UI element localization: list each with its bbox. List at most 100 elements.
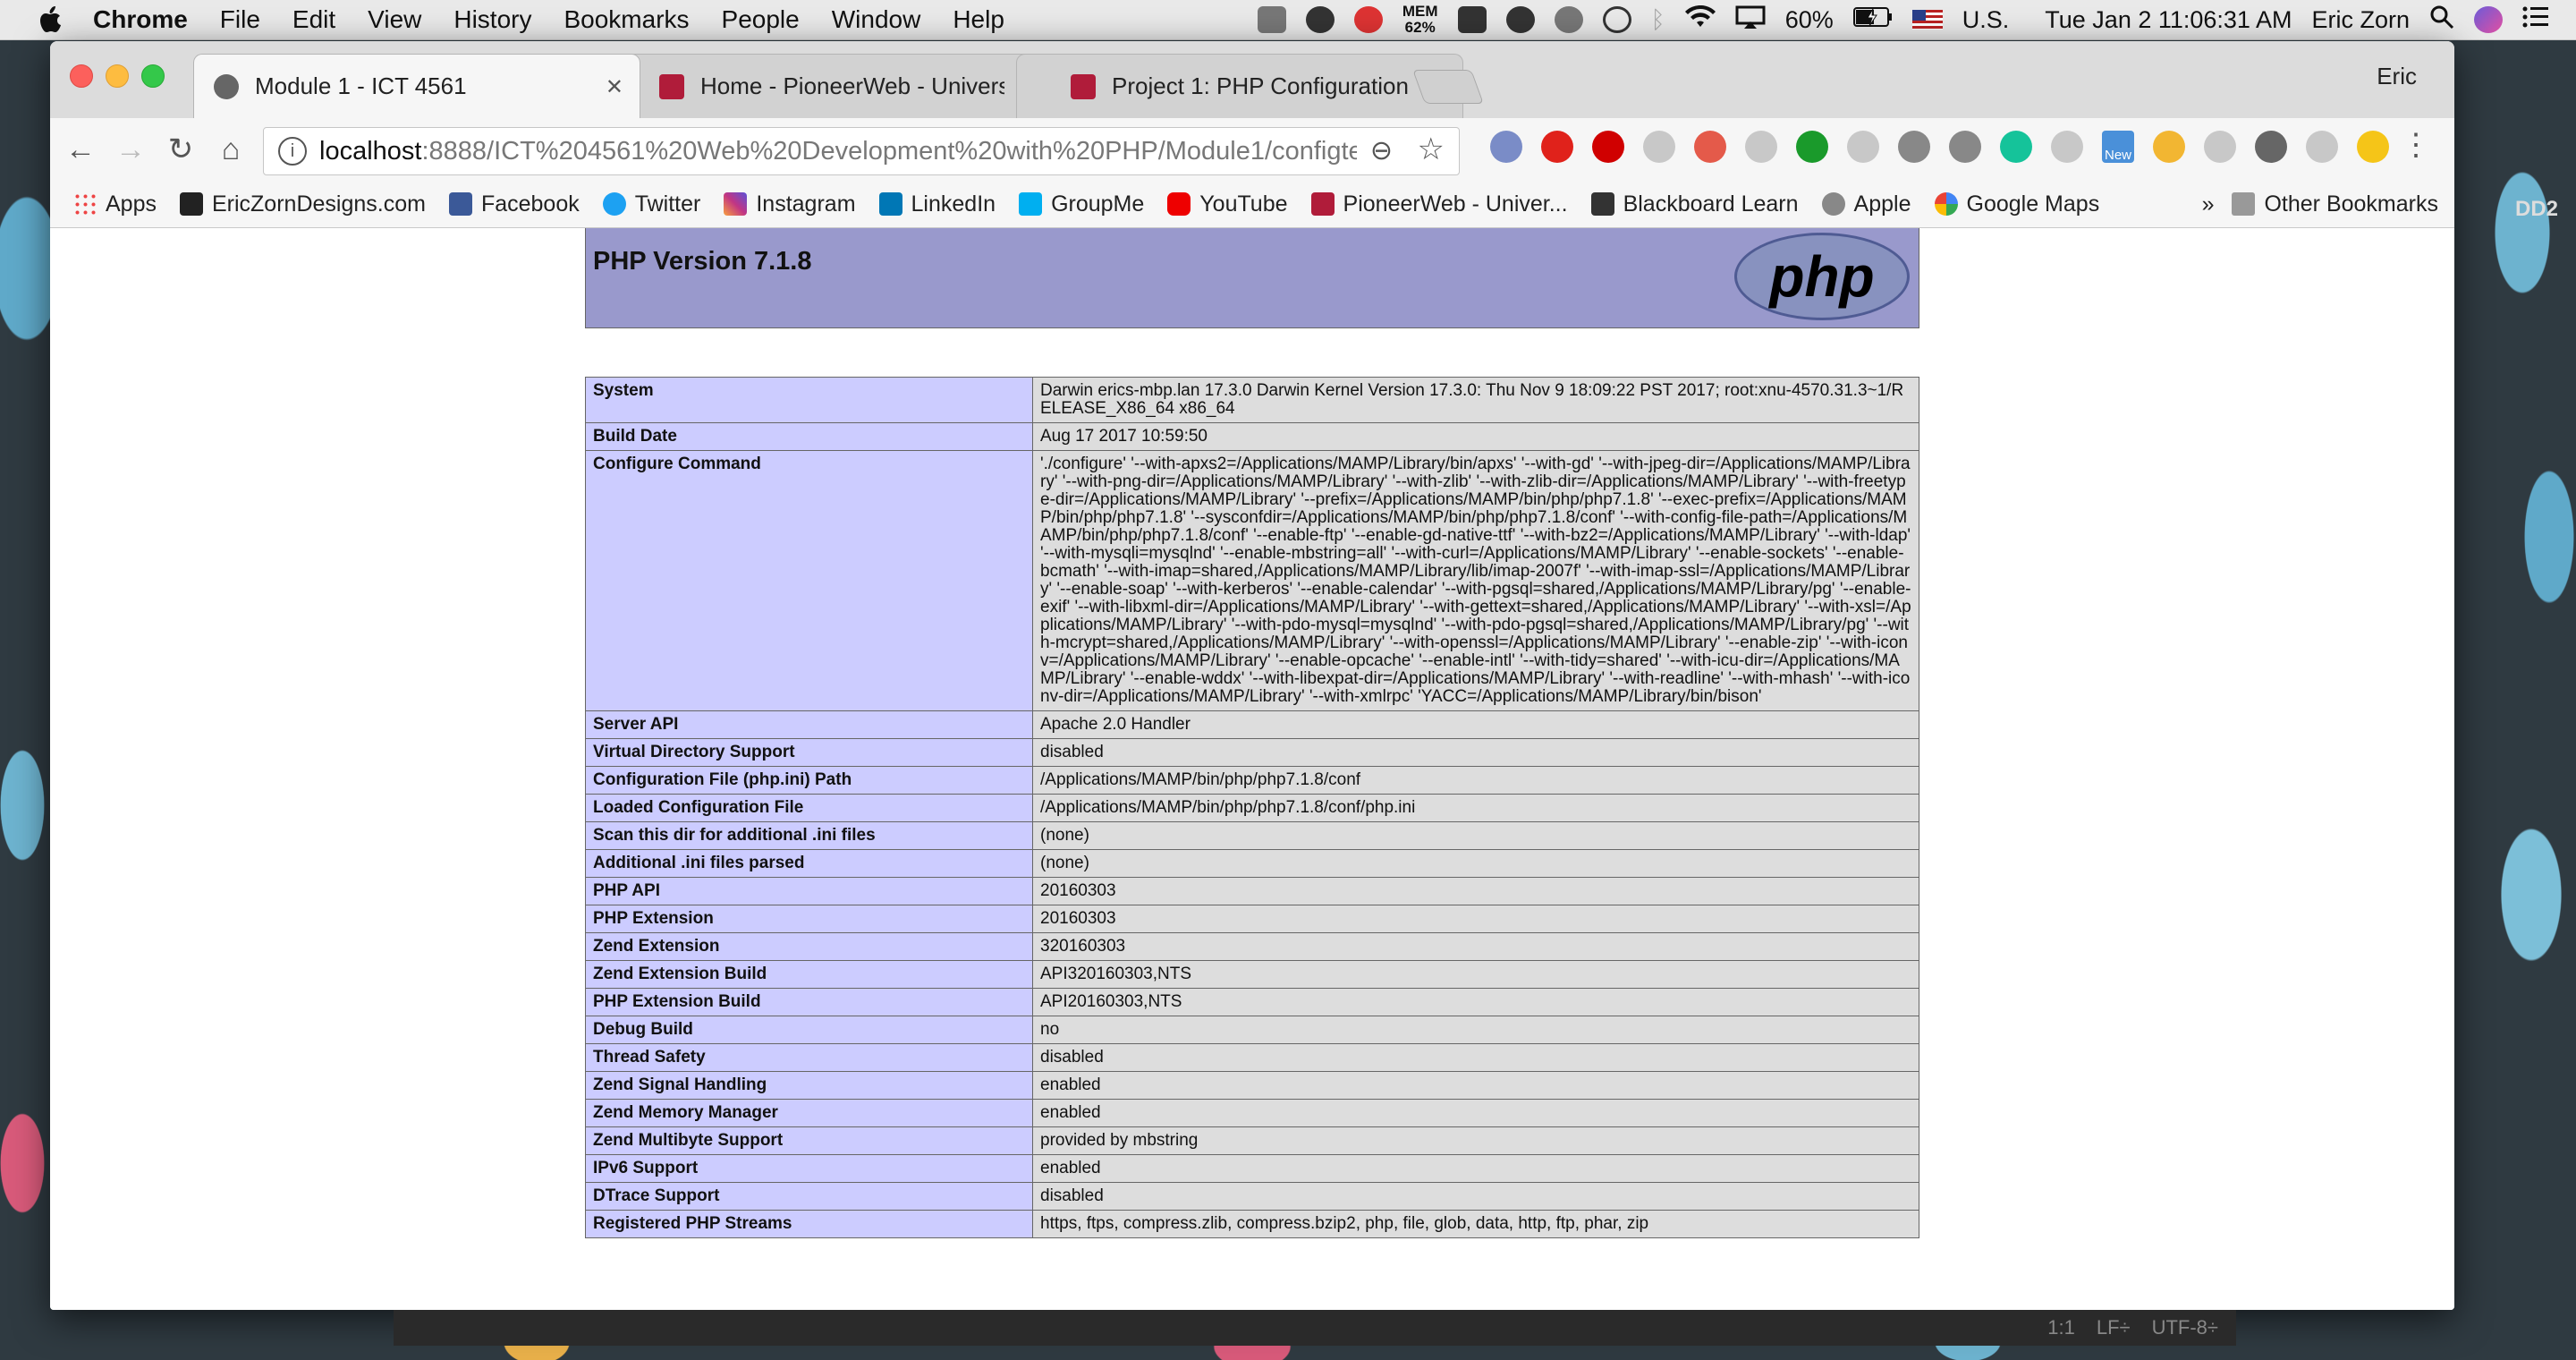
menubar-user[interactable]: Eric Zorn (2311, 6, 2410, 34)
new-tab-button[interactable] (1412, 70, 1484, 104)
other-bookmarks-folder[interactable]: Other Bookmarks (2232, 191, 2438, 217)
bookmark-groupme[interactable]: GroupMe (1019, 191, 1144, 217)
menu-bookmarks[interactable]: Bookmarks (564, 5, 689, 34)
creative-cloud-icon[interactable] (1305, 6, 1335, 33)
menu-edit[interactable]: Edit (292, 5, 335, 34)
time-machine-icon[interactable] (1602, 6, 1631, 33)
apple-menu-icon[interactable] (36, 4, 68, 36)
phpinfo-row: Configure Command './configure' '--with-a… (585, 450, 1919, 711)
opera-icon[interactable] (1541, 131, 1573, 163)
reload-icon[interactable]: ↻ (161, 130, 200, 169)
zoom-icon[interactable]: ⊖ (1370, 135, 1393, 166)
us-flag-icon[interactable] (1911, 10, 1943, 30)
chrome-menu-icon[interactable]: ⋮ (2401, 127, 2431, 163)
profile-button[interactable]: Eric (2377, 63, 2417, 90)
dropbox-status-icon[interactable] (1257, 6, 1286, 33)
calendar-icon[interactable] (1694, 131, 1726, 163)
bookmark-star-icon[interactable]: ☆ (1418, 132, 1445, 167)
siri-icon[interactable] (2474, 6, 2503, 33)
tab-close-icon[interactable]: ✕ (606, 74, 623, 100)
phpinfo-value: Apache 2.0 Handler (1032, 710, 1919, 739)
memory-monitor[interactable]: MEM 62% (1402, 4, 1438, 36)
phpinfo-key: Configure Command (585, 450, 1033, 711)
bookmark-youtube[interactable]: YouTube (1167, 191, 1288, 217)
wifi-icon[interactable] (1684, 4, 1716, 35)
cursor-position[interactable]: 1:1 (2047, 1316, 2075, 1339)
tab-module-1[interactable]: Module 1 - ICT 4561 ✕ (193, 54, 640, 118)
line-ending[interactable]: LF÷ (2097, 1316, 2131, 1339)
minimize-window-button[interactable] (106, 64, 129, 88)
forward-arrow-icon[interactable]: → (111, 130, 150, 169)
menu-help[interactable]: Help (953, 5, 1004, 34)
translate-icon[interactable] (2051, 131, 2083, 163)
menu-file[interactable]: File (220, 5, 260, 34)
menu-view[interactable]: View (368, 5, 421, 34)
zoom-window-button[interactable] (141, 64, 165, 88)
battery-percent[interactable]: 60% (1785, 6, 1834, 34)
bookmark-apps[interactable]: Apps (73, 191, 157, 217)
bookmark-linkedin[interactable]: LinkedIn (878, 191, 996, 217)
phpinfo-key: Loaded Configuration File (585, 794, 1033, 822)
notification-app-icon[interactable] (1353, 6, 1383, 33)
home-icon[interactable]: ⌂ (211, 130, 250, 169)
drive-icon[interactable] (1847, 131, 1879, 163)
phpinfo-key: IPv6 Support (585, 1154, 1033, 1183)
bookmark-apple[interactable]: Apple (1821, 191, 1911, 217)
close-window-button[interactable] (70, 64, 93, 88)
tab-project-1[interactable]: Project 1: PHP Configuration ✕ (1016, 54, 1463, 118)
phpinfo-value: API320160303,NTS (1032, 960, 1919, 989)
bluetooth-icon[interactable]: ᛒ (1651, 6, 1665, 34)
airplay-icon[interactable] (1735, 5, 1766, 35)
chat-icon[interactable] (2204, 131, 2236, 163)
input-source-label[interactable]: U.S. (1962, 6, 2010, 34)
notification-center-icon[interactable] (2522, 5, 2549, 35)
info-icon[interactable] (1898, 131, 1930, 163)
instagram-icon (724, 192, 748, 216)
php-logo[interactable]: php (1734, 233, 1910, 320)
cloud-sync-icon[interactable] (1505, 6, 1535, 33)
phpinfo-value: disabled (1032, 1182, 1919, 1211)
menu-app-name[interactable]: Chrome (93, 5, 188, 34)
tab-pioneerweb[interactable]: Home - PioneerWeb - University ✕ (605, 54, 1052, 118)
menu-people[interactable]: People (722, 5, 800, 34)
url-text[interactable]: localhost:8888/ICT%204561%20Web%20Develo… (319, 137, 1357, 166)
moon-icon[interactable] (2357, 131, 2389, 163)
bookmark-twitter[interactable]: Twitter (602, 191, 701, 217)
notes-icon[interactable] (1949, 131, 1981, 163)
menubar-clock[interactable]: Tue Jan 2 11:06:31 AM (2045, 6, 2292, 34)
battery-charging-icon[interactable] (1852, 6, 1893, 34)
back-arrow-icon[interactable]: ← (61, 130, 100, 169)
skype-icon[interactable] (1745, 131, 1777, 163)
new-badge-icon[interactable]: New (2102, 131, 2134, 163)
file-encoding[interactable]: UTF-8÷ (2152, 1316, 2218, 1339)
bookmark-facebook[interactable]: Facebook (448, 191, 580, 217)
bookmark-ericzorndesigns[interactable]: EricZornDesigns.com (179, 191, 426, 217)
cast-icon[interactable] (2255, 131, 2287, 163)
pocket-icon[interactable] (2306, 131, 2338, 163)
bookmark-instagram[interactable]: Instagram (724, 191, 856, 217)
phpinfo-value: no (1032, 1016, 1919, 1044)
desktop-disk-label[interactable]: DD2 (2515, 197, 2558, 222)
eyedropper-icon[interactable] (1490, 131, 1522, 163)
phpinfo-row: System Darwin erics-mbp.lan 17.3.0 Darwin… (585, 377, 1919, 423)
bookmark-google-maps[interactable]: Google Maps (1934, 191, 2099, 217)
bookmark-blackboard[interactable]: Blackboard Learn (1590, 191, 1799, 217)
tab-favicon-icon (214, 73, 239, 99)
menu-history[interactable]: History (453, 5, 531, 34)
dropbox-icon[interactable] (1643, 131, 1675, 163)
spotlight-search-icon[interactable] (2429, 4, 2454, 36)
phpinfo-key: Zend Signal Handling (585, 1071, 1033, 1100)
bookmarks-overflow-button[interactable]: » (2202, 191, 2215, 217)
diamond-icon[interactable] (2153, 131, 2185, 163)
display-icon[interactable] (1457, 6, 1487, 33)
check-icon[interactable] (1796, 131, 1828, 163)
adblock-icon[interactable] (1592, 131, 1624, 163)
grammarly-icon[interactable] (2000, 131, 2032, 163)
bookmark-label: Twitter (634, 191, 701, 217)
site-info-icon[interactable]: i (278, 137, 307, 166)
address-bar[interactable]: i localhost:8888/ICT%204561%20Web%20Deve… (263, 127, 1460, 175)
youtube-icon (1167, 192, 1191, 216)
creative-sync-icon[interactable] (1554, 6, 1583, 33)
menu-window[interactable]: Window (832, 5, 921, 34)
bookmark-pioneerweb[interactable]: PioneerWeb - Univer... (1310, 191, 1568, 217)
